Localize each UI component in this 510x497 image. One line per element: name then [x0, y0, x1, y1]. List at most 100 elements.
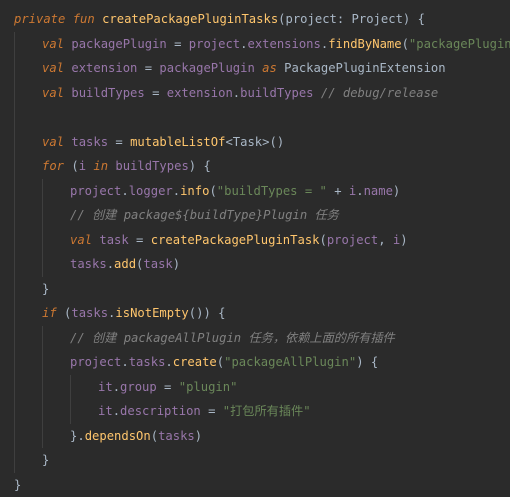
code-token: "packageAllPlugin"	[224, 355, 356, 369]
code-token: task	[143, 257, 172, 271]
indent-guide	[14, 326, 15, 351]
code-token: .	[165, 355, 172, 369]
code-editor[interactable]: private fun createPackagePluginTasks(pro…	[0, 0, 510, 430]
code-token: task	[99, 233, 128, 247]
code-line: val buildTypes = extension.buildTypes //…	[0, 81, 510, 106]
code-line: it.description = "打包所有插件"	[0, 399, 510, 424]
code-token: ) {	[189, 159, 211, 173]
indent-guide	[42, 228, 43, 253]
code-token: i	[79, 159, 86, 173]
code-token: )	[400, 233, 407, 247]
indent-guide	[42, 326, 43, 351]
indent-guide	[14, 301, 15, 326]
code-token: create	[173, 355, 217, 369]
code-line: project.tasks.create("packageAllPlugin")…	[0, 350, 510, 375]
code-token: )	[195, 429, 202, 443]
code-token: buildTypes	[71, 86, 144, 100]
code-token: extensions	[247, 37, 320, 51]
code-token: =	[137, 61, 159, 75]
code-token: (	[402, 37, 409, 51]
indent-guide	[14, 252, 15, 277]
indent-guide	[14, 81, 15, 106]
code-token: +	[327, 184, 349, 198]
code-token: // debug/release	[314, 86, 439, 100]
code-line: it.group = "plugin"	[0, 375, 510, 400]
code-token: }.	[70, 429, 85, 443]
code-token: project	[70, 355, 121, 369]
code-token: createPackagePluginTasks	[102, 12, 278, 26]
indent-guide	[14, 32, 15, 57]
code-token: project	[189, 37, 240, 51]
code-line: // 创建 package${buildType}Plugin 任务	[0, 203, 510, 228]
indent-guide	[14, 105, 15, 130]
code-line: project.logger.info("buildTypes = " + i.…	[0, 179, 510, 204]
indent-guide	[14, 228, 15, 253]
code-token: =	[129, 233, 151, 247]
code-token: tasks	[71, 306, 108, 320]
code-token: PackagePluginExtension	[284, 61, 445, 75]
code-token: packagePlugin	[71, 37, 166, 51]
code-line: if (tasks.isNotEmpty()) {	[0, 301, 510, 326]
code-token: buildTypes	[240, 86, 313, 100]
code-token: info	[180, 184, 209, 198]
indent-guide	[14, 154, 15, 179]
code-token: .	[356, 184, 363, 198]
indent-guide	[70, 375, 71, 400]
code-token: name	[364, 184, 393, 198]
code-line: val task = createPackagePluginTask(proje…	[0, 228, 510, 253]
code-line: // 创建 packageAllPlugin 任务，依赖上面的所有插件	[0, 326, 510, 351]
code-token: "buildTypes = "	[217, 184, 327, 198]
code-token: (	[151, 429, 158, 443]
indent-guide	[14, 424, 15, 449]
code-token: )	[393, 184, 400, 198]
code-line: }	[0, 448, 510, 473]
code-token: add	[114, 257, 136, 271]
code-token: tasks	[71, 135, 108, 149]
indent-guide	[14, 350, 15, 375]
code-token: it	[98, 380, 113, 394]
code-token: (	[320, 233, 327, 247]
code-token: as	[255, 61, 284, 75]
indent-guide	[42, 399, 43, 424]
code-token: dependsOn	[85, 429, 151, 443]
code-token: }	[42, 282, 49, 296]
indent-guide	[70, 399, 71, 424]
code-token: createPackagePluginTask	[151, 233, 320, 247]
indent-guide	[42, 375, 43, 400]
code-token: logger	[129, 184, 173, 198]
code-token: .	[113, 380, 120, 394]
code-token: =	[167, 37, 189, 51]
code-line: val packagePlugin = project.extensions.f…	[0, 32, 510, 57]
code-token: }	[14, 478, 21, 492]
indent-guide	[14, 399, 15, 424]
indent-guide	[14, 203, 15, 228]
code-token: ()) {	[189, 306, 226, 320]
indent-guide	[14, 277, 15, 302]
code-token: .	[121, 355, 128, 369]
code-line: val tasks = mutableListOf<Task>()	[0, 130, 510, 155]
code-token: (	[71, 159, 78, 173]
code-token: .	[121, 184, 128, 198]
indent-guide	[42, 203, 43, 228]
indent-guide	[14, 130, 15, 155]
code-token: project	[70, 184, 121, 198]
indent-guide	[14, 56, 15, 81]
code-line: }	[0, 473, 510, 497]
code-token: }	[42, 453, 49, 467]
code-token: val	[42, 61, 71, 75]
indent-guide	[14, 375, 15, 400]
code-line: tasks.add(task)	[0, 252, 510, 277]
code-token: )	[173, 257, 180, 271]
code-token: "plugin"	[179, 380, 238, 394]
code-token: findByName	[328, 37, 401, 51]
code-line: private fun createPackagePluginTasks(pro…	[0, 7, 510, 32]
code-token: .	[113, 404, 120, 418]
code-token: // 创建 packageAllPlugin 任务，依赖上面的所有插件	[70, 331, 395, 345]
indent-guide	[14, 179, 15, 204]
indent-guide	[42, 179, 43, 204]
code-token: group	[120, 380, 157, 394]
code-token: tasks	[129, 355, 166, 369]
code-token: project	[327, 233, 378, 247]
code-token: extension	[71, 61, 137, 75]
code-token: =	[201, 404, 223, 418]
